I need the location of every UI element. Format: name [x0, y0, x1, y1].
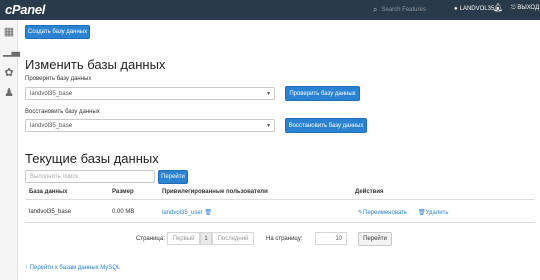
modify-databases-title: Изменить базы данных: [25, 57, 166, 72]
check-database-button[interactable]: Проверить базу данных: [285, 86, 360, 101]
privileged-user-link[interactable]: landvol35_user 🗑︎: [162, 209, 212, 216]
check-database-label: Проверить базу данных: [25, 76, 92, 82]
repair-database-value: landvol35_base: [30, 122, 73, 129]
database-name: landvol35_base: [29, 209, 72, 215]
rename-label: Переименовать: [363, 210, 408, 216]
first-page-button[interactable]: Первый: [167, 232, 200, 245]
user-name: LANDVOL35: [459, 5, 495, 12]
search-go-button[interactable]: Перейти: [158, 170, 188, 184]
trash-icon[interactable]: 🗑︎: [204, 210, 212, 216]
bell-icon[interactable]: 🔔︎: [493, 3, 503, 12]
privileged-user-name[interactable]: landvol35_user: [162, 210, 203, 216]
arrow-up-icon: ↑: [25, 265, 28, 271]
column-database[interactable]: База данных: [29, 189, 67, 195]
cpanel-logo[interactable]: cPanel: [5, 2, 45, 17]
delete-database-link[interactable]: 🗑︎Удалить: [418, 209, 449, 216]
last-page-button[interactable]: Последний: [212, 232, 254, 245]
palette-icon[interactable]: ✿: [3, 67, 15, 79]
back-to-mysql-link[interactable]: ↑ Перейти к базам данных MySQL: [25, 265, 120, 271]
rename-database-link[interactable]: ✎Переименовать: [358, 209, 407, 216]
feature-search-placeholder[interactable]: Search Features: [381, 7, 425, 13]
per-page-label: На страницу:: [266, 236, 303, 242]
sidebar: ▦ ▁▃ ✿ ♟: [0, 20, 20, 280]
back-link-label: Перейти к базам данных MySQL: [29, 265, 121, 271]
logout-button[interactable]: ⎋ ВЫХОД: [511, 5, 539, 12]
search-icon: ⌕: [373, 5, 378, 14]
check-database-value: landvol35_base: [30, 90, 73, 97]
logout-label: ВЫХОД: [517, 5, 540, 11]
caret-down-icon: ▾: [266, 123, 270, 129]
per-page-input[interactable]: 10: [315, 232, 347, 245]
pagination-go-button[interactable]: Перейти: [358, 232, 392, 246]
top-bar: cPanel ⌕ Search Features ● LANDVOL35 ▾ 🔔…: [0, 0, 540, 20]
column-privileged-users: Привилегированные пользователи: [162, 189, 268, 195]
current-page[interactable]: 1: [200, 232, 212, 245]
create-database-button[interactable]: Создать базу данных: [25, 25, 90, 39]
grid-icon[interactable]: ▦: [3, 26, 15, 38]
database-search-input[interactable]: Выполнить поиск: [25, 170, 155, 183]
repair-database-button[interactable]: Восстановить базу данных: [285, 118, 367, 133]
repair-database-select[interactable]: landvol35_base ▾: [25, 119, 275, 132]
repair-database-label: Восстановить базу данных: [25, 109, 100, 115]
current-databases-title: Текущие базы данных: [25, 151, 159, 166]
users-icon[interactable]: ♟: [3, 87, 15, 99]
column-actions: Действия: [355, 189, 384, 195]
logout-icon: ⎋: [511, 5, 516, 11]
user-icon: ●: [454, 5, 458, 12]
check-database-select[interactable]: landvol35_base ▾: [25, 87, 275, 100]
trash-icon: 🗑︎: [418, 210, 426, 216]
database-size: 0.00 MB: [112, 209, 135, 215]
column-size[interactable]: Размер: [112, 189, 134, 195]
table-header-divider: [25, 199, 535, 200]
page-label: Страница:: [136, 236, 165, 242]
caret-down-icon: ▾: [266, 91, 270, 97]
feature-search[interactable]: ⌕ Search Features: [373, 4, 426, 16]
delete-label: Удалить: [425, 210, 449, 216]
table-row-divider: [25, 222, 535, 223]
chart-icon[interactable]: ▁▃: [3, 45, 20, 57]
